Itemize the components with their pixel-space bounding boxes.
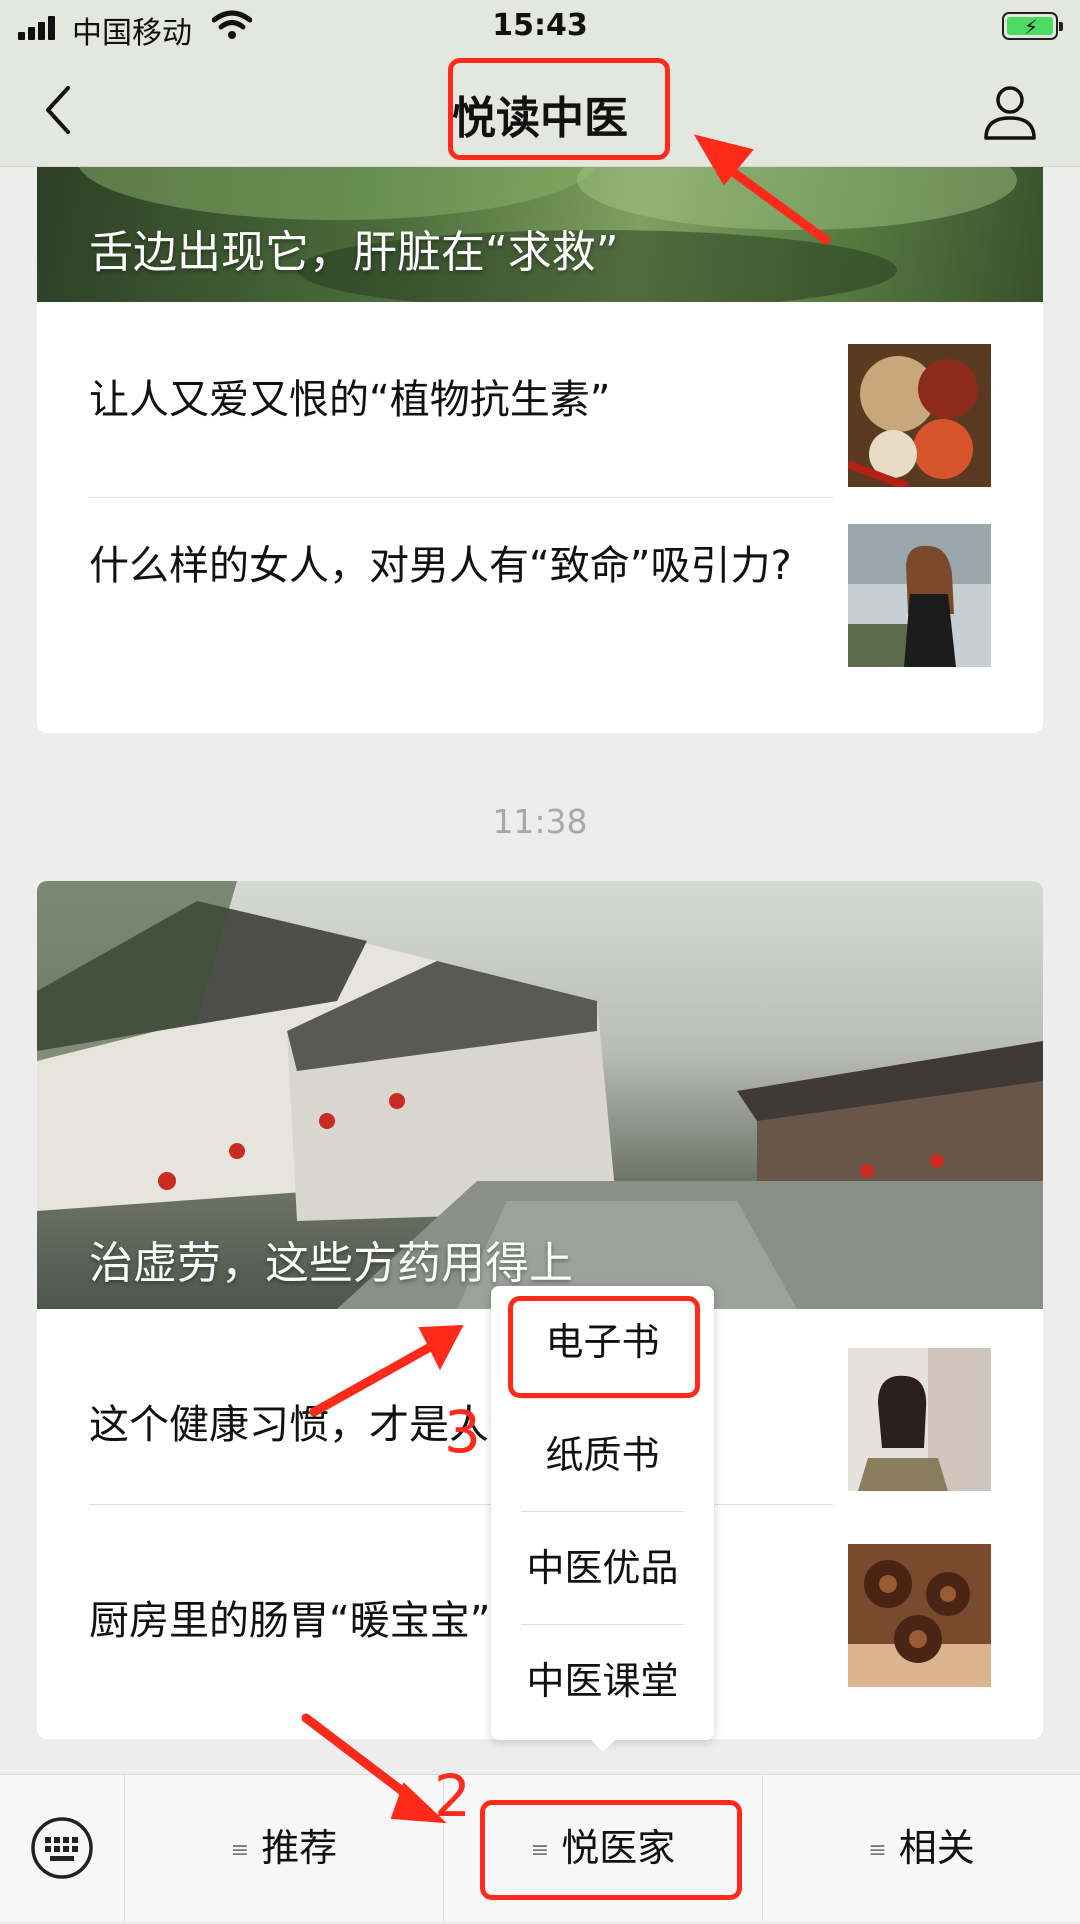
annotation-arrows: [301, 134, 831, 1824]
